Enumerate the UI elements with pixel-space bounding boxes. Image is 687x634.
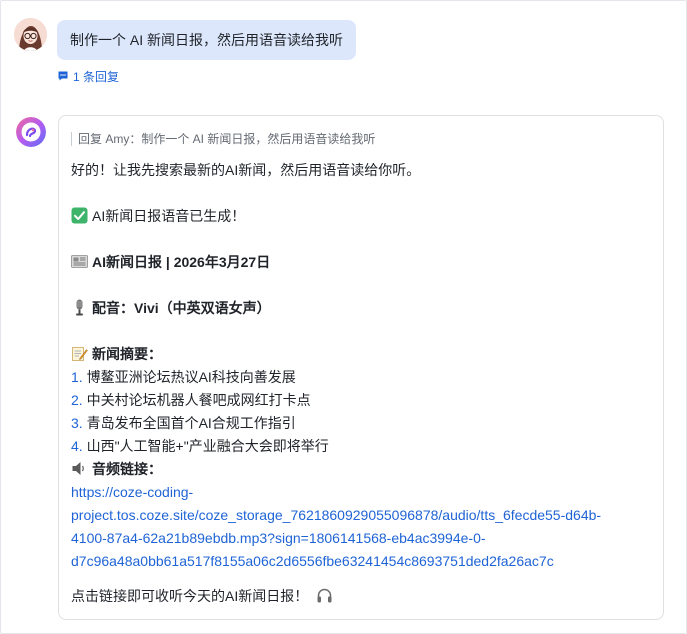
speaker-icon — [72, 462, 84, 475]
comment-icon — [58, 71, 68, 81]
news-item-text: 青岛发布全国首个AI合规工作指引 — [86, 415, 296, 431]
news-item-number: 3. — [71, 415, 83, 431]
news-item-number: 2. — [71, 392, 83, 408]
bot-message-card: 回复 Amy：制作一个 AI 新闻日报，然后用语音读给我听 好的！让我先搜索最新… — [58, 115, 664, 620]
generated-status-text: AI新闻日报语音已生成！ — [92, 208, 246, 224]
audio-link[interactable]: 4100-87a4-62a21b89ebdb.mp3?sign=18061415… — [71, 528, 486, 548]
audio-heading-line: 音频链接： — [71, 459, 162, 479]
news-item: 2. 中关村论坛机器人餐吧成网红打卡点 — [71, 390, 311, 410]
news-item: 1. 博鳌亚洲论坛热议AI科技向善发展 — [71, 367, 296, 387]
news-item: 4. 山西"人工智能+"产业融合大会即将举行 — [71, 436, 329, 456]
voice-line: 配音：Vivi（中英双语女声） — [71, 298, 271, 318]
newspaper-icon — [71, 255, 88, 268]
reply-count-label[interactable]: 1 条回复 — [73, 68, 119, 85]
bot-avatar[interactable] — [16, 117, 46, 147]
news-item-text: 山西"人工智能+"产业融合大会即将举行 — [86, 438, 329, 454]
voice-text: 配音：Vivi（中英双语女声） — [92, 300, 271, 316]
news-item-number: 1. — [71, 369, 83, 385]
news-item: 3. 青岛发布全国首个AI合规工作指引 — [71, 413, 296, 433]
report-title-line: AI新闻日报 | 2026年3月27日 — [71, 252, 270, 272]
generated-status-line: AI新闻日报语音已生成！ — [71, 206, 245, 226]
intro-text: 好的！让我先搜索最新的AI新闻，然后用语音读给你听。 — [71, 162, 421, 178]
microphone-icon — [76, 299, 83, 316]
user-message-bubble: 制作一个 AI 新闻日报，然后用语音读给我听 — [57, 20, 357, 60]
news-item-number: 4. — [71, 438, 83, 454]
closing-line: 点击链接即可收听今天的AI新闻日报！ — [71, 586, 333, 606]
headphones-icon — [317, 588, 332, 603]
audio-link[interactable]: d7c96a48a0bb61a517f8155a06c2d6556fbe6324… — [71, 551, 554, 571]
user-avatar[interactable] — [14, 18, 47, 51]
news-item-text: 中关村论坛机器人餐吧成网红打卡点 — [86, 392, 311, 408]
reply-thread-link[interactable]: 1 条回复 — [57, 68, 119, 84]
audio-heading: 音频链接： — [92, 461, 162, 477]
summary-heading-line: 新闻摘要： — [71, 344, 162, 364]
check-mark-button-icon — [71, 207, 88, 224]
news-item-text: 博鳌亚洲论坛热议AI科技向善发展 — [86, 369, 296, 385]
memo-icon — [72, 347, 88, 361]
closing-text: 点击链接即可收听今天的AI新闻日报！ — [71, 588, 309, 604]
report-title: AI新闻日报 | 2026年3月27日 — [92, 254, 271, 270]
audio-link[interactable]: https://coze-coding- — [71, 482, 193, 502]
summary-heading: 新闻摘要： — [92, 346, 162, 362]
reply-quote[interactable]: 回复 Amy：制作一个 AI 新闻日报，然后用语音读给我听 — [71, 132, 375, 146]
audio-link[interactable]: project.tos.coze.site/coze_storage_76218… — [71, 505, 601, 525]
